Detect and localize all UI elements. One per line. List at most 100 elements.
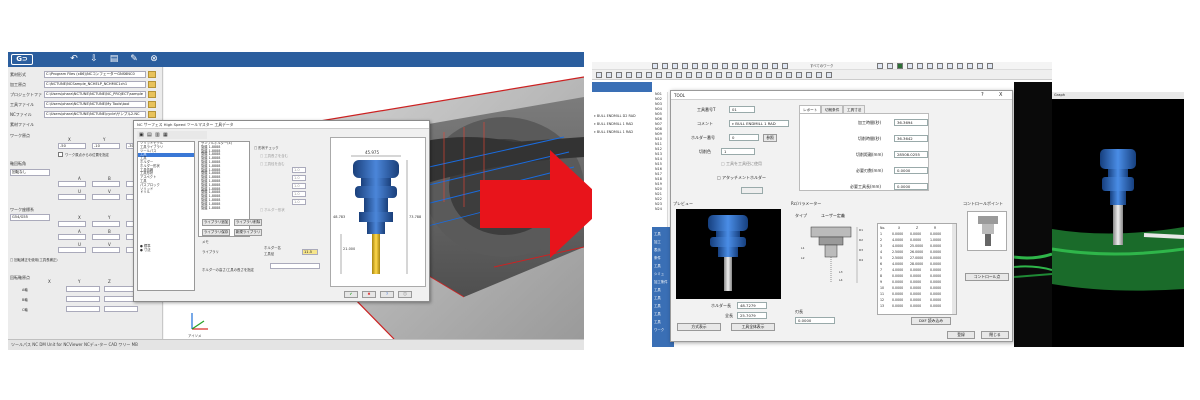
- toolbar-icon[interactable]: [887, 63, 893, 69]
- toolbar-icon[interactable]: [957, 63, 963, 69]
- spindle-b-x[interactable]: [66, 296, 100, 302]
- show-tool-button[interactable]: 工具全体表示: [731, 323, 775, 331]
- option-checkbox[interactable]: □ ホルダー形状: [260, 207, 285, 212]
- delete-library-button[interactable]: ライブラリ削除: [234, 219, 262, 226]
- tree-item[interactable]: ε BULL ENDMILL D2 RAD: [594, 114, 636, 118]
- cancel-button[interactable]: ✖: [362, 291, 376, 298]
- coordinate-select[interactable]: G54/G55: [10, 214, 50, 221]
- front-view-button[interactable]: 方式表示: [677, 323, 721, 331]
- toolbar-icon[interactable]: [762, 63, 768, 69]
- toolbar-icon[interactable]: [782, 63, 788, 69]
- browse-button[interactable]: [148, 91, 156, 98]
- toolbar-icon[interactable]: [732, 63, 738, 69]
- rot-a-input[interactable]: [58, 181, 86, 187]
- save-icon[interactable]: ⇩: [88, 54, 100, 65]
- option-checkbox[interactable]: □ 工具長さを含む: [260, 153, 288, 158]
- toolbar-icon[interactable]: [796, 72, 802, 78]
- tab-cutting[interactable]: 切削条件: [821, 105, 844, 113]
- tree-item[interactable]: ε BULL ENDMILL 1 RAD: [594, 130, 633, 134]
- browse-button[interactable]: [148, 81, 156, 88]
- add-library-button[interactable]: ライブラリ追加: [202, 219, 230, 226]
- toolbar-icon[interactable]: [937, 63, 943, 69]
- pos-x-input[interactable]: [58, 221, 86, 227]
- toolbar-icon[interactable]: [776, 72, 782, 78]
- rot-v-input[interactable]: [92, 194, 120, 200]
- toolbar-icon[interactable]: [596, 72, 602, 78]
- help-button[interactable]: ?: [380, 291, 394, 298]
- toolbar-icon[interactable]: [746, 72, 752, 78]
- toolbar-icon[interactable]: [666, 72, 672, 78]
- origin-checkbox[interactable]: [58, 152, 63, 157]
- toolbar-icon[interactable]: [696, 72, 702, 78]
- tree-item[interactable]: ドリル: [138, 191, 194, 195]
- highlight-value[interactable]: 11.5: [302, 249, 318, 255]
- pos-a-input[interactable]: [58, 234, 86, 240]
- tree-item[interactable]: ε BULL ENDMILL 1 RAD: [594, 122, 633, 126]
- work-selector[interactable]: すべてのワーク: [810, 63, 833, 68]
- toolbar-icon[interactable]: [686, 72, 692, 78]
- toolbar-icon[interactable]: [786, 72, 792, 78]
- toolbar-icon[interactable]: [917, 63, 923, 69]
- toolbar-icon[interactable]: [907, 63, 913, 69]
- toolbar-icon[interactable]: [722, 63, 728, 69]
- dxf-import-button[interactable]: DXF 読み込み: [911, 317, 951, 325]
- toolbar-icon[interactable]: [967, 63, 973, 69]
- option-value[interactable]: 1.0: [292, 183, 306, 189]
- graph-viewport[interactable]: [1013, 82, 1052, 347]
- tool-diameter-checkbox[interactable]: □ 工具を工具径に使用: [721, 161, 762, 167]
- rot-u-input[interactable]: [58, 194, 86, 200]
- option-checkbox[interactable]: □ 工具径を含む: [260, 161, 285, 166]
- param-value[interactable]: C:\NCTUNE\NCSample_NCHELP_NCHMIC1ch1: [44, 81, 146, 88]
- toolbar-icon[interactable]: [606, 72, 612, 78]
- edit-icon[interactable]: ✎: [128, 54, 140, 65]
- param-value[interactable]: C:\Users\ohara\NCTUNE\NCTUNE\NC_PROJECT\…: [44, 91, 146, 98]
- tool-tree[interactable]: ソリッドモデル 工具ライブラリ ツールパス 工具 工具 ホルダー ホルダー形状 …: [137, 141, 195, 291]
- toolbar-icon[interactable]: [636, 72, 642, 78]
- paste-icon[interactable]: ▦: [163, 132, 168, 138]
- toolbar-icon[interactable]: [877, 63, 883, 69]
- option-value[interactable]: 1.0: [292, 191, 306, 197]
- graph-window[interactable]: Graph: [1052, 92, 1184, 347]
- toolbar-icon[interactable]: [672, 63, 678, 69]
- toolbar-icon[interactable]: [947, 63, 953, 69]
- browse-button[interactable]: [148, 101, 156, 108]
- toolbar-icon[interactable]: [676, 72, 682, 78]
- option-checkbox[interactable]: □ 形状チェック: [254, 145, 279, 150]
- save-library-button[interactable]: ライブラリ保存: [202, 229, 230, 236]
- toolbar-icon[interactable]: [652, 63, 658, 69]
- toolbar-icon[interactable]: [977, 63, 983, 69]
- help-button[interactable]: ?: [981, 92, 984, 98]
- option-value[interactable]: 1.0: [292, 199, 306, 205]
- note-input[interactable]: [270, 263, 320, 269]
- toolbar-icon[interactable]: [726, 72, 732, 78]
- new-icon[interactable]: ▣: [139, 132, 144, 138]
- pos-u-input[interactable]: [58, 247, 86, 253]
- toolbar-icon[interactable]: [806, 72, 812, 78]
- cut-color-select[interactable]: 1: [721, 148, 755, 155]
- new-library-button[interactable]: 新規ライブラリ: [234, 229, 262, 236]
- pos-b-input[interactable]: [92, 234, 120, 240]
- rot-b-input[interactable]: [92, 181, 120, 187]
- comment-input[interactable]: ε BULL ENDMILL 1 RAD: [729, 120, 789, 127]
- holder-number-select[interactable]: 0: [729, 134, 759, 141]
- holder-browse-button[interactable]: 参照: [763, 134, 777, 142]
- toolbar-icon[interactable]: [736, 72, 742, 78]
- toolbar-icon[interactable]: [897, 63, 903, 69]
- toolbar-icon[interactable]: [987, 63, 993, 69]
- toolbar-icon[interactable]: [766, 72, 772, 78]
- toolbar-icon[interactable]: [616, 72, 622, 78]
- toolbar-icon[interactable]: [742, 63, 748, 69]
- toolbar-icon[interactable]: [712, 63, 718, 69]
- coordinate-table[interactable]: No. X Z R 1 0.0000 0.0000 0.0000 2 4.000…: [877, 223, 957, 315]
- copy-icon[interactable]: ▥: [155, 132, 160, 138]
- tool-number-input[interactable]: 01: [729, 106, 755, 113]
- info-button[interactable]: ⓘ: [398, 291, 412, 298]
- toolbar-icon[interactable]: [772, 63, 778, 69]
- option-value[interactable]: 1.0: [292, 175, 306, 181]
- close-icon[interactable]: ⊗: [148, 54, 160, 65]
- param-value[interactable]: C:\Program Files (x86)\NCコンフェーターGNS6NC0: [44, 71, 146, 78]
- close-button[interactable]: X: [999, 92, 1002, 98]
- browse-button[interactable]: [148, 111, 156, 118]
- toolbar-icon[interactable]: [756, 72, 762, 78]
- total-length-input[interactable]: 25.7079: [737, 312, 767, 319]
